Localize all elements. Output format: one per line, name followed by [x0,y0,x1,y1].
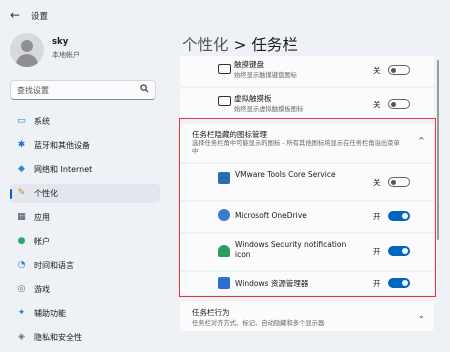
user-name: sky [52,37,69,47]
avatar-body-icon [16,54,38,67]
time-language-icon: ◔ [17,260,26,270]
overflow-item: Windows Security notification icon 开 [180,234,434,270]
overflow-section-title: 任务栏隐藏的图标管理 [192,130,267,139]
sidebar-item-label: 系统 [34,117,50,126]
sidebar-item[interactable]: ◔ 时间和语言 [10,256,160,275]
pen-row-subtitle: 始终显示触摸键盘图标 [234,72,297,79]
back-arrow-icon[interactable]: ← [10,8,20,22]
system-icon: ▭ [17,116,26,126]
chevron-down-icon[interactable]: ⌄ [418,311,425,320]
bluetooth-icon: ✱ [17,140,26,150]
windows-explorer-icon [218,277,230,289]
overflow-item: VMware Tools Core Service 关 [180,164,434,200]
taskbar-behaviors-row[interactable]: 任务栏行为 任务栏对齐方式、标记、自动隐藏和多个显示器 ⌄ [180,301,434,331]
behaviors-title: 任务栏行为 [192,308,230,317]
sidebar-item[interactable]: ● 帐户 [10,232,160,251]
touch-keyboard-toggle[interactable] [388,65,410,75]
pen-row-subtitle: 始终显示虚拟触摸板图标 [234,106,304,113]
sidebar-item[interactable]: ✎ 个性化 [10,184,160,203]
toggle-state-label: 关 [373,178,381,187]
gaming-icon: ◎ [17,284,26,294]
overflow-item-title: Windows Security notification icon [235,240,347,259]
sidebar-item-label: 应用 [34,213,50,222]
overflow-item: Microsoft OneDrive 开 [180,202,434,232]
personalization-icon: ✎ [17,188,26,198]
sidebar-item-label: 个性化 [34,189,58,198]
breadcrumb-separator: > [233,36,247,54]
overflow-item-title: VMware Tools Core Service [235,170,336,179]
vmware-tools-icon [218,172,230,184]
sidebar-item[interactable]: ▭ 系统 [10,112,160,131]
app-title: 设置 [31,12,49,22]
windows-security-icon [218,245,230,257]
network-icon: ◆ [18,164,25,174]
page-title: 个性化 > 任务栏 [182,33,298,55]
breadcrumb-current: 任务栏 [251,36,298,54]
search-icon[interactable] [140,84,149,96]
sidebar-item-label: 蓝牙和其他设备 [34,141,90,150]
toggle-state-label: 开 [373,279,381,288]
windows-explorer-toggle[interactable] [388,278,410,288]
sidebar-item[interactable]: ◆ 网络和 Internet [10,160,160,179]
pen-row-virtual-touchpad: 虚拟触摸板 始终显示虚拟触摸板图标 关 [180,88,434,118]
sidebar-nav: ▭ 系统 ✱ 蓝牙和其他设备 ◆ 网络和 Internet ✎ 个性化 ▦ 应用 ● 帐户 ◔ 时间和语言… [10,112,160,352]
vmware-tools-toggle[interactable] [388,177,410,187]
apps-icon: ▦ [17,212,26,222]
sidebar-item-label: 时间和语言 [34,261,74,270]
user-account-type: 本地帐户 [52,51,80,59]
settings-content: 触摸键盘 始终显示触摸键盘图标 关 虚拟触摸板 始终显示虚拟触摸板图标 关 任务… [180,56,440,331]
sidebar-item[interactable]: ✦ 辅助功能 [10,304,160,323]
toggle-state-label: 关 [373,100,381,109]
title-bar: ← 设置 [0,0,450,30]
overflow-item-title: Microsoft OneDrive [235,211,307,220]
sidebar-item-label: 帐户 [34,237,50,246]
onedrive-icon [218,209,230,221]
pen-row-title: 虚拟触摸板 [234,94,272,103]
pen-row-title: 触摸键盘 [234,60,264,69]
sidebar-item-label: 网络和 Internet [34,165,93,174]
chevron-up-icon[interactable]: ^ [418,136,425,145]
overflow-section-subtitle: 选择任务栏角中可能显示的图标 - 所有其他图标将显示在任务栏角溢出菜单中 [192,140,400,155]
sidebar-item-label: 隐私和安全性 [34,333,82,342]
privacy-icon: ◈ [18,332,25,342]
sidebar-item-label: 游戏 [34,285,50,294]
avatar-head-icon [21,40,33,52]
virtual-touchpad-icon [218,96,231,106]
toggle-state-label: 开 [373,212,381,221]
sidebar-item[interactable]: ▦ 应用 [10,208,160,227]
avatar [10,33,44,67]
selection-indicator [10,189,12,199]
search-input[interactable]: 查找设置 [10,80,156,100]
accessibility-icon: ✦ [17,308,26,318]
scrollbar[interactable] [437,60,439,240]
overflow-item-title: Windows 资源管理器 [235,279,309,288]
touch-keyboard-icon [218,64,231,74]
toggle-state-label: 开 [373,247,381,256]
sidebar-item[interactable]: ◎ 游戏 [10,280,160,299]
overflow-item: Windows 资源管理器 开 [180,272,434,295]
virtual-touchpad-toggle[interactable] [388,99,410,109]
onedrive-toggle[interactable] [388,211,410,221]
pen-row-touch-keyboard: 触摸键盘 始终显示触摸键盘图标 关 [180,56,434,86]
windows-security-toggle[interactable] [388,246,410,256]
sidebar-item-label: 辅助功能 [34,309,66,318]
accounts-icon: ● [17,236,26,246]
toggle-state-label: 关 [373,66,381,75]
overflow-section-header[interactable]: 任务栏隐藏的图标管理 选择任务栏角中可能显示的图标 - 所有其他图标将显示在任务… [180,124,434,162]
sidebar-item[interactable]: ✱ 蓝牙和其他设备 [10,136,160,155]
behaviors-subtitle: 任务栏对齐方式、标记、自动隐藏和多个显示器 [192,320,325,327]
search-placeholder: 查找设置 [17,86,49,95]
breadcrumb-parent[interactable]: 个性化 [182,36,229,54]
